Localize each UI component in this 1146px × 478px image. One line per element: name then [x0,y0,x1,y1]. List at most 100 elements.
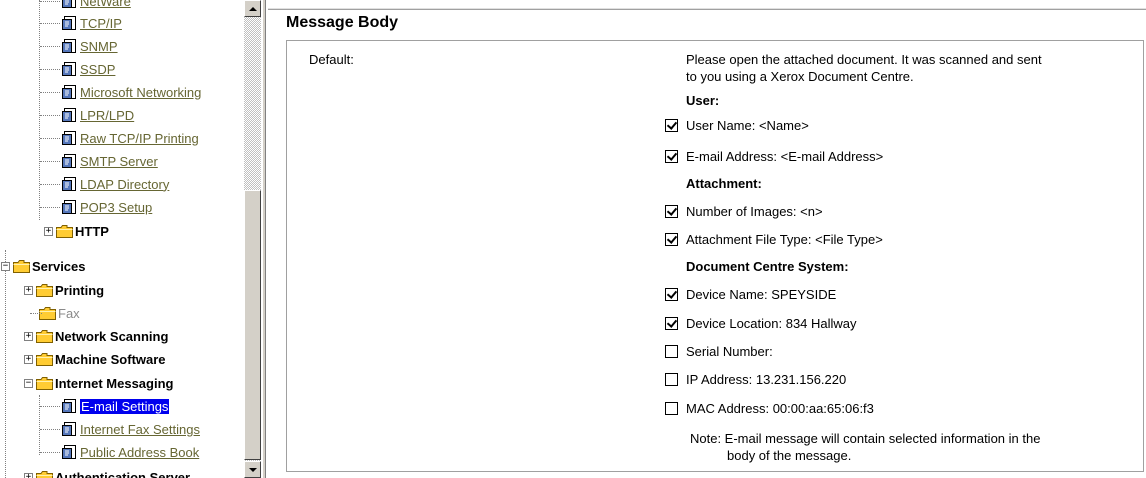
device-location-label: Device Location: 834 Hallway [686,316,857,331]
document-icon [62,154,78,169]
tree-label-network-scanning: Network Scanning [55,328,169,344]
scroll-up-button[interactable] [244,0,261,17]
folder-icon [13,260,30,273]
attachment-heading: Attachment: [686,176,762,191]
folder-icon [36,284,53,297]
tree-folder-network-scanning[interactable]: + Network Scanning [24,325,168,347]
device-name-option: Device Name: SPEYSIDE [665,287,836,302]
document-icon [62,0,78,9]
tree-item-microsoft-networking[interactable]: Microsoft Networking [40,81,201,103]
system-heading: Document Centre System: [686,259,849,274]
tree-link-smtp-server[interactable]: SMTP Server [80,154,158,169]
tree-item-lpr-lpd[interactable]: LPR/LPD [40,104,134,126]
device-location-checkbox[interactable] [665,317,678,330]
expand-icon[interactable]: + [24,285,33,295]
expand-icon[interactable]: + [24,472,33,478]
tree-item-smtp-server[interactable]: SMTP Server [40,150,158,172]
tree-link-netware[interactable]: NetWare [80,0,131,9]
tree-folder-services[interactable]: − Services [0,255,86,277]
number-of-images-checkbox[interactable] [665,205,678,218]
document-icon [62,39,78,54]
tree-link-public-address-book[interactable]: Public Address Book [80,445,199,460]
user-heading: User: [686,93,720,108]
tree-folder-internet-messaging[interactable]: − Internet Messaging [24,372,173,394]
tree-folder-machine-software[interactable]: + Machine Software [24,348,166,370]
tree-link-pop3-setup[interactable]: POP3 Setup [80,200,152,215]
collapse-icon[interactable]: − [24,378,33,388]
tree-folder-fax[interactable]: Fax [24,302,80,324]
folder-icon [36,377,53,390]
divider-rule [268,8,1146,10]
arrow-down-icon [248,467,257,472]
tree-item-public-address-book[interactable]: Public Address Book [40,441,199,463]
tree-folder-authentication-server[interactable]: + Authentication Server [24,466,190,478]
document-icon [62,62,78,77]
tree-link-raw-tcpip-printing[interactable]: Raw TCP/IP Printing [80,131,199,146]
serial-number-checkbox[interactable] [665,345,678,358]
email-address-label: E-mail Address: <E-mail Address> [686,149,884,164]
tree-folder-printing[interactable]: + Printing [24,279,104,301]
folder-icon [36,353,53,366]
attachment-file-type-label: Attachment File Type: <File Type> [686,232,883,247]
tree-link-lpr-lpd[interactable]: LPR/LPD [80,108,134,123]
note-line1: Note: E-mail message will contain select… [690,431,1041,446]
tree-item-email-settings[interactable]: E-mail Settings [40,395,170,417]
tree-link-snmp[interactable]: SNMP [80,39,118,54]
tree-item-raw-tcpip-printing[interactable]: Raw TCP/IP Printing [40,127,199,149]
expand-icon[interactable]: + [24,331,33,341]
tree-folder-http[interactable]: + HTTP [44,220,109,242]
tree-link-microsoft-networking[interactable]: Microsoft Networking [80,85,201,100]
tree-item-netware[interactable]: NetWare [40,0,131,12]
scroll-down-button[interactable] [244,461,261,478]
tree-link-ldap-directory[interactable]: LDAP Directory [80,177,169,192]
user-name-checkbox[interactable] [665,119,678,132]
content-pane: Message Body Default: Please open the at… [268,0,1146,478]
number-of-images-option: Number of Images: <n> [665,204,823,219]
serial-number-option: Serial Number: [665,344,773,359]
ip-address-option: IP Address: 13.231.156.220 [665,372,846,387]
tree-label-fax: Fax [58,305,80,321]
tree-label-services: Services [32,258,86,274]
expand-icon[interactable]: + [44,226,53,236]
tree-item-internet-fax-settings[interactable]: Internet Fax Settings [40,418,200,440]
document-icon [62,200,78,215]
document-icon [62,16,78,31]
folder-icon [56,225,73,238]
email-address-option: E-mail Address: <E-mail Address> [665,149,883,164]
scroll-thumb[interactable] [244,190,261,460]
device-location-option: Device Location: 834 Hallway [665,316,857,331]
mac-address-label: MAC Address: 00:00:aa:65:06:f3 [686,401,874,416]
default-text-line2: to you using a Xerox Document Centre. [686,69,914,84]
ip-address-checkbox[interactable] [665,373,678,386]
ip-address-label: IP Address: 13.231.156.220 [686,372,847,387]
user-name-option: User Name: <Name> [665,118,809,133]
tree-link-tcpip[interactable]: TCP/IP [80,16,122,31]
mac-address-checkbox[interactable] [665,402,678,415]
attachment-file-type-checkbox[interactable] [665,233,678,246]
tree-item-tcpip[interactable]: TCP/IP [40,12,122,34]
document-icon [62,177,78,192]
tree-scrollbar[interactable] [244,0,261,478]
device-name-checkbox[interactable] [665,288,678,301]
tree-link-email-settings[interactable]: E-mail Settings [80,398,170,414]
tree-item-ssdp[interactable]: SSDP [40,58,115,80]
tree-item-ldap-directory[interactable]: LDAP Directory [40,173,169,195]
document-icon [62,422,78,437]
document-icon [62,85,78,100]
tree-link-ssdp[interactable]: SSDP [80,62,115,77]
default-text-line1: Please open the attached document. It wa… [686,52,1042,67]
frame-divider[interactable] [262,0,266,478]
expand-icon[interactable]: + [24,354,33,364]
note-line2: body of the message. [727,448,852,463]
mac-address-option: MAC Address: 00:00:aa:65:06:f3 [665,401,874,416]
tree-link-internet-fax-settings[interactable]: Internet Fax Settings [80,422,200,437]
tree-item-snmp[interactable]: SNMP [40,35,118,57]
folder-icon [36,471,53,478]
tree-label-machine-software: Machine Software [55,351,166,367]
document-icon [62,445,78,460]
navigation-tree: NetWare TCP/IP SNMP SSDP Microsoft Netwo… [0,0,243,478]
tree-label-authentication-server: Authentication Server [55,469,191,478]
collapse-icon[interactable]: − [1,261,10,271]
tree-item-pop3-setup[interactable]: POP3 Setup [40,196,152,218]
email-address-checkbox[interactable] [665,150,678,163]
